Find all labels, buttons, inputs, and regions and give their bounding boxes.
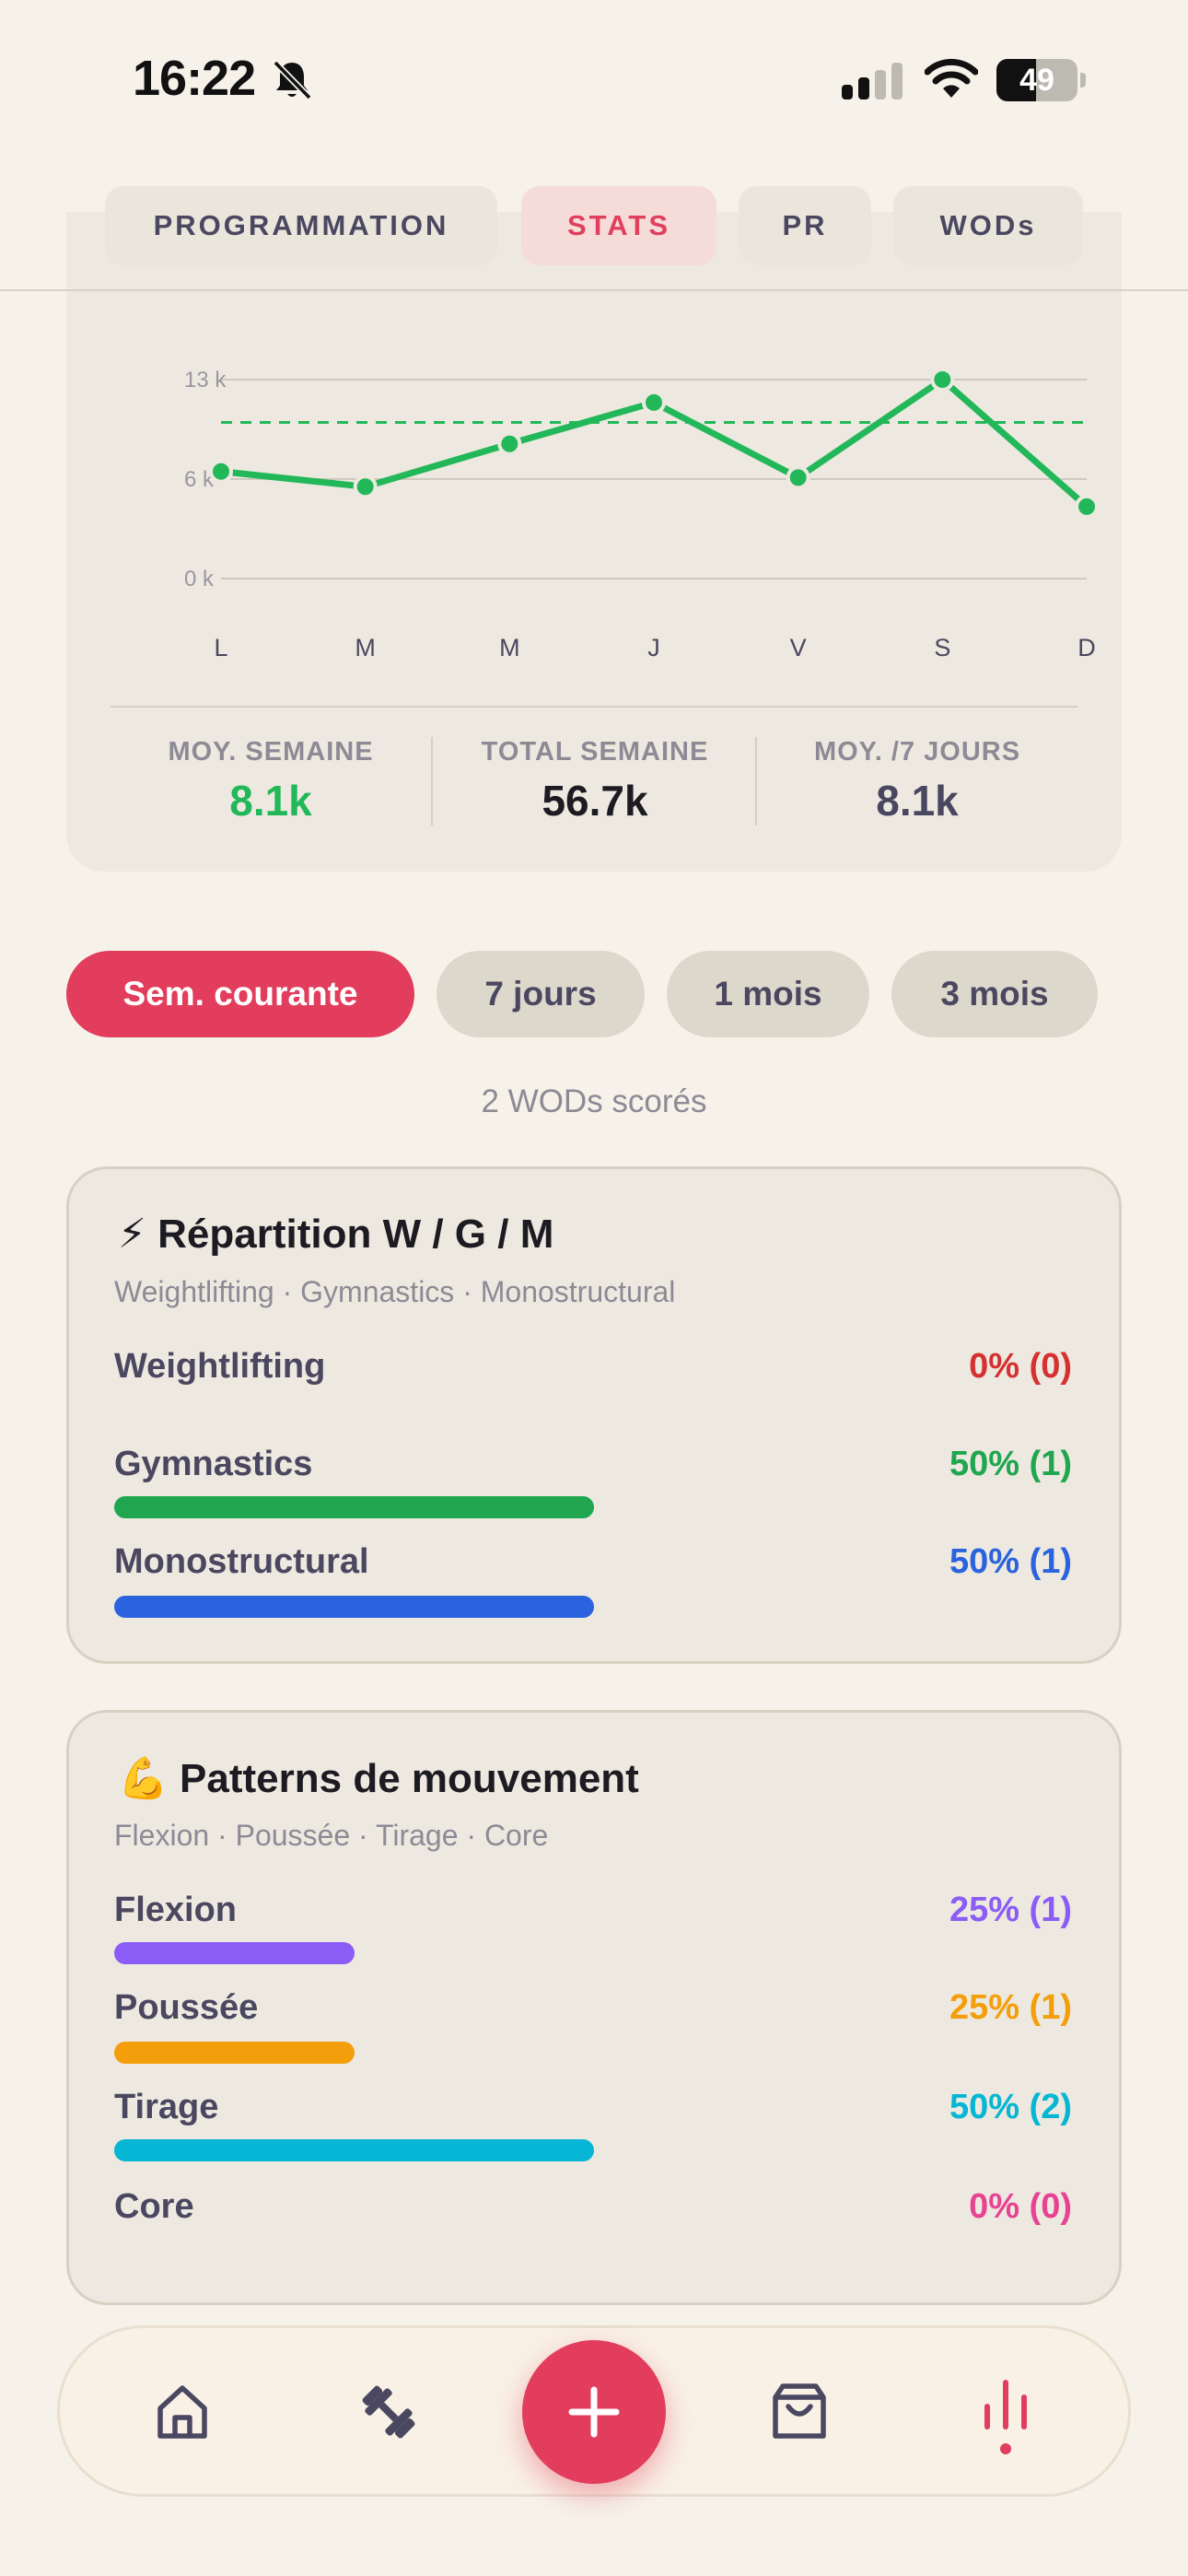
weekly-average-value: 8.1k — [229, 777, 312, 825]
monostructural-value: 50% (1) — [949, 1542, 1072, 1581]
bag-icon[interactable] — [766, 2379, 833, 2445]
tab-wods[interactable]: WODs — [893, 186, 1083, 265]
weightlifting-label: Weightlifting — [114, 1347, 326, 1386]
core-value: 0% (0) — [969, 2187, 1072, 2226]
data-point — [353, 474, 378, 499]
gymnastics-label: Gymnastics — [114, 1445, 313, 1483]
x-tick-label: D — [1077, 634, 1096, 662]
period-7-days[interactable]: 7 jours — [437, 951, 645, 1037]
status-time: 16:22 — [133, 51, 256, 106]
split-title-text: Répartition W / G / M — [157, 1212, 554, 1257]
seven-day-average-label: MOY. /7 JOURS — [813, 737, 1021, 767]
tab-programmation[interactable]: PROGRAMMATION — [105, 186, 497, 265]
patterns-title-text: Patterns de mouvement — [180, 1756, 639, 1801]
tab-stats[interactable]: STATS — [521, 186, 716, 265]
period-current-week[interactable]: Sem. courante — [66, 951, 414, 1037]
x-tick-label: J — [647, 634, 660, 662]
x-tick-label: L — [214, 634, 227, 662]
weekly-total-label: TOTAL SEMAINE — [481, 737, 709, 767]
tirage-label: Tirage — [114, 2088, 219, 2126]
battery-icon: 49 — [996, 59, 1086, 101]
bell-muted-icon — [273, 60, 312, 100]
weekly-average-label: MOY. SEMAINE — [168, 737, 374, 767]
data-point — [209, 459, 233, 484]
header-divider — [0, 289, 1188, 291]
weightlifting-value: 0% (0) — [969, 1347, 1072, 1386]
flexion-bar — [114, 1942, 355, 1964]
stat-separator — [755, 737, 757, 825]
poussee-value: 25% (1) — [949, 1988, 1072, 2027]
x-tick-label: S — [934, 634, 950, 662]
flexion-label: Flexion — [114, 1891, 238, 1929]
wods-scored-count: 2 WODs scorés — [481, 1083, 707, 1119]
data-point — [642, 390, 666, 415]
data-point — [1075, 494, 1099, 519]
add-icon — [568, 2386, 620, 2438]
stats-icon[interactable] — [978, 2370, 1033, 2458]
data-point — [930, 368, 955, 392]
battery-level: 49 — [1019, 63, 1054, 98]
patterns-card-title: 💪 Patterns de mouvement — [118, 1754, 639, 1802]
gymnastics-value: 50% (1) — [949, 1445, 1072, 1483]
core-label: Core — [114, 2187, 194, 2226]
gymnastics-bar — [114, 1496, 594, 1518]
period-3-months[interactable]: 3 mois — [891, 951, 1098, 1037]
wifi-icon — [925, 58, 978, 98]
data-point — [497, 431, 522, 456]
home-icon[interactable] — [149, 2379, 215, 2445]
cellular-signal-icon — [842, 63, 903, 100]
weekly-total-value: 56.7k — [542, 777, 648, 825]
patterns-card-subtitle: Flexion · Poussée · Tirage · Core — [114, 1819, 549, 1852]
x-tick-label: M — [355, 634, 376, 662]
x-tick-label: V — [790, 634, 807, 662]
lightning-icon: ⚡ — [118, 1212, 146, 1257]
monostructural-label: Monostructural — [114, 1542, 369, 1581]
monostructural-bar — [114, 1596, 594, 1618]
poussee-bar — [114, 2042, 355, 2064]
x-tick-label: M — [499, 634, 520, 662]
flexed-biceps-icon: 💪 — [118, 1756, 169, 1801]
tirage-value: 50% (2) — [949, 2088, 1072, 2126]
split-card-subtitle: Weightlifting · Gymnastics · Monostructu… — [114, 1275, 676, 1308]
stats-divider — [111, 706, 1077, 708]
tirage-bar — [114, 2139, 594, 2161]
split-card-title: ⚡ Répartition W / G / M — [118, 1211, 553, 1258]
stat-separator — [431, 737, 433, 825]
seven-day-average-value: 8.1k — [876, 777, 959, 825]
weekly-volume-chart[interactable]: 0 k6 k13 kL M M J V S D — [66, 291, 1122, 678]
period-1-month[interactable]: 1 mois — [667, 951, 869, 1037]
poussee-label: Poussée — [114, 1988, 259, 2027]
add-button[interactable] — [522, 2340, 666, 2484]
dumbbell-icon[interactable] — [355, 2379, 422, 2445]
data-point — [786, 465, 810, 490]
tab-pr[interactable]: PR — [739, 186, 871, 265]
flexion-value: 25% (1) — [949, 1891, 1072, 1929]
y-tick-label: 0 k — [184, 567, 215, 591]
y-tick-label: 13 k — [184, 368, 227, 392]
